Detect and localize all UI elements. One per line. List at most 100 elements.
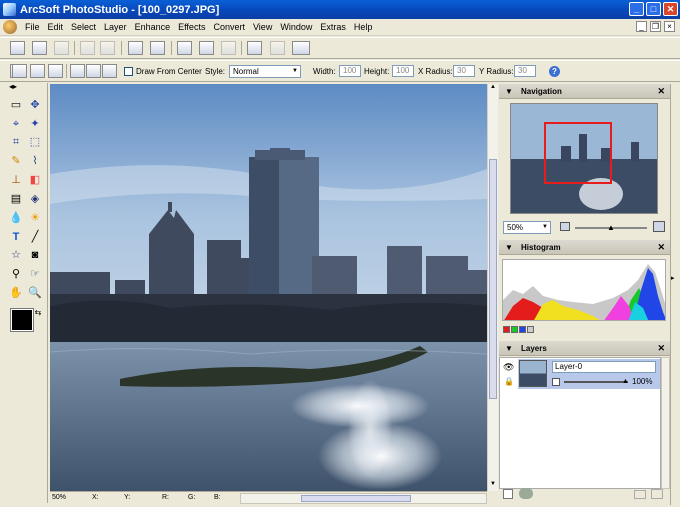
vertical-scrollbar[interactable]: ▲ ▼ xyxy=(487,84,498,491)
export-icon[interactable] xyxy=(221,41,236,55)
doc-close-button[interactable]: × xyxy=(664,21,675,32)
menu-edit[interactable]: Edit xyxy=(44,22,68,32)
palette-arrows-icon[interactable]: ◂▸ xyxy=(6,83,20,91)
eyedropper-tool-icon[interactable]: ⌇ xyxy=(27,153,43,169)
transform-tool-icon[interactable]: ⬚ xyxy=(27,134,43,150)
layer-row[interactable]: Layer-0 ▲ 100% xyxy=(518,359,660,389)
eye-icon[interactable]: 👁 xyxy=(503,362,514,373)
green-channel-swatch[interactable] xyxy=(511,326,518,333)
scroll-up-icon[interactable]: ▲ xyxy=(488,84,498,94)
maximize-button[interactable]: □ xyxy=(646,2,661,16)
new-layer-icon[interactable] xyxy=(503,489,513,499)
red-channel-swatch[interactable] xyxy=(503,326,510,333)
magic-wand-tool-icon[interactable]: ✦ xyxy=(27,116,43,132)
collapse-icon[interactable]: ▼ xyxy=(505,341,513,356)
height-field[interactable]: 100 xyxy=(392,65,414,77)
rect-select-icon[interactable] xyxy=(12,64,27,78)
ellipse-select-icon[interactable] xyxy=(30,64,45,78)
zoom-in-icon[interactable] xyxy=(653,221,665,232)
menu-convert[interactable]: Convert xyxy=(209,22,249,32)
layer-name-field[interactable]: Layer-0 xyxy=(552,361,656,373)
minimize-button[interactable]: _ xyxy=(629,2,644,16)
scroll-down-icon[interactable]: ▼ xyxy=(488,481,498,491)
fill-tool-icon[interactable]: ◈ xyxy=(27,191,43,207)
collapse-icon[interactable]: ▼ xyxy=(505,240,513,255)
opacity-slider-handle[interactable]: ▲ xyxy=(622,378,629,385)
pencil-tool-icon[interactable]: ✎ xyxy=(8,153,24,169)
navigator-viewport-box[interactable] xyxy=(544,122,612,184)
doc-restore-button[interactable]: ❐ xyxy=(650,21,661,32)
style-dropdown[interactable]: Normal xyxy=(229,65,301,78)
expand-dock-icon[interactable]: ▸ xyxy=(671,274,675,282)
stamp-tool-icon[interactable]: ⊥ xyxy=(8,172,24,188)
layers-scrollbar[interactable] xyxy=(661,357,670,489)
slideshow-icon[interactable] xyxy=(292,41,310,55)
menu-select[interactable]: Select xyxy=(67,22,100,32)
menu-view[interactable]: View xyxy=(249,22,276,32)
delete-layer-icon[interactable] xyxy=(651,489,663,499)
redeye-tool-icon[interactable]: ◙ xyxy=(27,247,43,263)
save-icon[interactable] xyxy=(54,41,69,55)
lasso-tool-icon[interactable]: ⌖ xyxy=(8,116,24,132)
text-tool-icon[interactable]: T xyxy=(8,229,24,245)
navigator-zoom-dropdown[interactable]: 50% xyxy=(503,221,551,234)
draw-from-center-checkbox[interactable] xyxy=(124,67,133,76)
zoom-out-icon[interactable] xyxy=(560,222,570,231)
horizontal-scroll-thumb[interactable] xyxy=(301,495,411,502)
marquee-tool-icon[interactable]: ▭ xyxy=(8,97,24,113)
rounded-select-icon[interactable] xyxy=(48,64,63,78)
document-icon[interactable] xyxy=(3,20,17,34)
panel-close-icon[interactable]: ✕ xyxy=(657,341,665,356)
menu-file[interactable]: File xyxy=(21,22,44,32)
opacity-slider[interactable] xyxy=(564,381,628,383)
undo-icon[interactable] xyxy=(80,41,95,55)
menu-help[interactable]: Help xyxy=(350,22,377,32)
histogram-header[interactable]: ▼ Histogram ✕ xyxy=(499,240,670,255)
doc-minimize-button[interactable]: _ xyxy=(636,21,647,32)
menu-extras[interactable]: Extras xyxy=(316,22,350,32)
new-icon[interactable] xyxy=(10,41,25,55)
eraser-tool-icon[interactable]: ◧ xyxy=(27,172,43,188)
collapse-icon[interactable]: ▼ xyxy=(505,84,513,99)
scan-icon[interactable] xyxy=(128,41,143,55)
layer-mask-icon[interactable] xyxy=(552,378,560,386)
x-radius-field[interactable]: 30 xyxy=(453,65,475,77)
width-field[interactable]: 100 xyxy=(339,65,361,77)
y-radius-field[interactable]: 30 xyxy=(514,65,536,77)
menu-window[interactable]: Window xyxy=(276,22,316,32)
duplicate-layer-icon[interactable] xyxy=(519,488,533,499)
navigation-header[interactable]: ▼ Navigation ✕ xyxy=(499,84,670,99)
print-icon[interactable] xyxy=(150,41,165,55)
acquire-icon[interactable] xyxy=(177,41,192,55)
foreground-color-swatch[interactable] xyxy=(10,308,34,332)
blue-channel-swatch[interactable] xyxy=(519,326,526,333)
dodge-tool-icon[interactable]: ☀ xyxy=(27,210,43,226)
smudge-tool-icon[interactable]: ☞ xyxy=(27,266,43,282)
subtract-selection-icon[interactable] xyxy=(102,64,117,78)
gradient-tool-icon[interactable]: ▤ xyxy=(8,191,24,207)
merge-layer-icon[interactable] xyxy=(634,490,646,499)
open-icon[interactable] xyxy=(32,41,47,55)
help-icon[interactable]: ? xyxy=(549,66,560,77)
menu-effects[interactable]: Effects xyxy=(174,22,209,32)
lock-icon[interactable]: 🔒 xyxy=(504,377,514,386)
add-selection-icon[interactable] xyxy=(86,64,101,78)
panel-close-icon[interactable]: ✕ xyxy=(657,84,665,99)
shape-tool-icon[interactable]: ☆ xyxy=(8,247,24,263)
hand-tool-icon[interactable]: ✋ xyxy=(8,285,24,301)
layers-header[interactable]: ▼ Layers ✕ xyxy=(499,341,670,356)
crop-tool-icon[interactable]: ⌗ xyxy=(8,134,24,150)
color-picker-tool-icon[interactable]: ⚲ xyxy=(8,266,24,282)
line-tool-icon[interactable]: ╱ xyxy=(27,229,43,245)
redo-icon[interactable] xyxy=(100,41,115,55)
import-icon[interactable] xyxy=(199,41,214,55)
close-button[interactable]: ✕ xyxy=(663,2,678,16)
image-canvas[interactable] xyxy=(50,84,487,491)
zoom-tool-icon[interactable]: 🔍 xyxy=(27,285,43,301)
move-tool-icon[interactable]: ✥ xyxy=(27,97,43,113)
navigator-thumbnail[interactable] xyxy=(510,103,658,214)
horizontal-scrollbar[interactable] xyxy=(240,493,487,504)
album-icon[interactable] xyxy=(270,41,285,55)
photo-icon[interactable] xyxy=(247,41,262,55)
vertical-scroll-thumb[interactable] xyxy=(489,159,497,399)
